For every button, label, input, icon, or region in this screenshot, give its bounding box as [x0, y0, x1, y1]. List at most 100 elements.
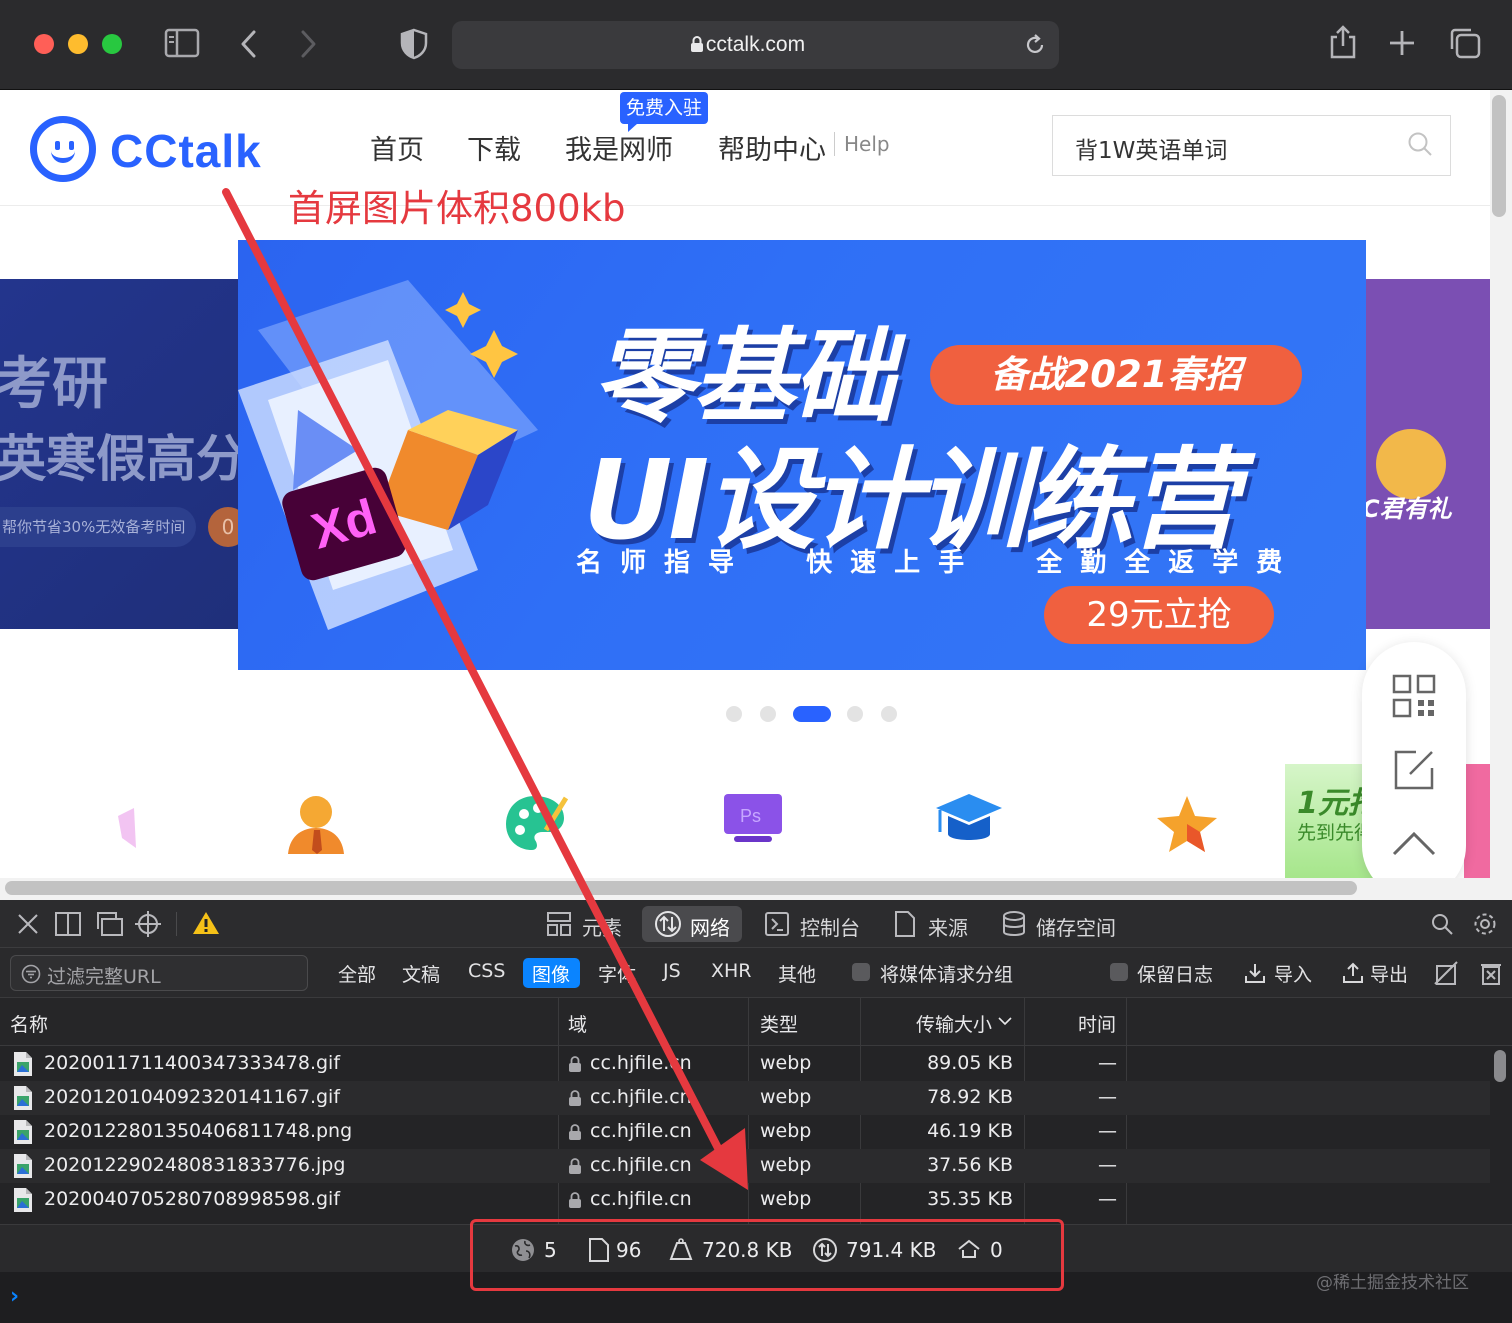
table-row[interactable]: 2020120104092320141167.gif cc.hjfile.cn we… [0, 1081, 1490, 1115]
cctalk-logo-icon[interactable] [30, 116, 96, 182]
filter-placeholder: 过滤完整URL [47, 966, 161, 988]
nav-home[interactable]: 首页 [370, 128, 424, 167]
table-row[interactable]: 2020011711400347333478.gif cc.hjfile.cn we… [0, 1047, 1490, 1081]
row-size: 37.56 KB [927, 1154, 1013, 1176]
network-tab-icon[interactable] [654, 910, 682, 938]
filter-type-js[interactable]: JS [663, 960, 681, 982]
row-name: 2020040705280708998598.gif [44, 1188, 341, 1210]
close-devtools-icon[interactable] [16, 912, 40, 936]
main-banner[interactable]: Xd 零基础 备战2021春招 UI设计训练营 名师指导 快速上手 全勤全返学费… [238, 240, 1366, 670]
table-row[interactable]: 2020040705280708998598.gif cc.hjfile.cn we… [0, 1183, 1490, 1217]
filter-type-all[interactable]: 全部 [338, 960, 376, 987]
column-domain[interactable]: 域 [568, 1010, 587, 1037]
minimize-window-button[interactable] [68, 34, 88, 54]
import-icon[interactable] [1244, 962, 1266, 984]
row-type: webp [760, 1154, 812, 1176]
share-icon[interactable] [1328, 24, 1358, 60]
export-icon[interactable] [1342, 962, 1364, 984]
carousel-dot-4[interactable] [847, 706, 863, 722]
devtools-search-icon[interactable] [1430, 912, 1454, 936]
import-button[interactable]: 导入 [1274, 960, 1312, 987]
back-icon[interactable] [238, 29, 262, 59]
gear-icon[interactable] [1472, 911, 1498, 937]
tab-storage[interactable]: 储存空间 [1036, 912, 1116, 941]
filter-type-css[interactable]: CSS [468, 960, 505, 982]
banner-spring-recruit-pill: 备战2021春招 [930, 345, 1302, 405]
console-tab-icon[interactable] [764, 911, 790, 937]
category-ps-icon[interactable]: Ps [722, 790, 784, 846]
element-picker-icon[interactable] [134, 910, 162, 938]
filter-type-document[interactable]: 文稿 [402, 960, 440, 987]
category-icon-1[interactable] [108, 790, 148, 854]
preserve-log-checkbox[interactable] [1110, 963, 1128, 981]
banner-subtitle: 名师指导 快速上手 全勤全返学费 [576, 548, 1301, 578]
filter-type-font[interactable]: 字体 [598, 960, 636, 987]
row-size: 78.92 KB [927, 1086, 1013, 1108]
table-row[interactable]: 2020122902480831833776.jpg cc.hjfile.cn we… [0, 1149, 1490, 1183]
dock-side-icon[interactable] [54, 911, 82, 937]
warning-icon[interactable] [192, 910, 220, 936]
privacy-shield-icon[interactable] [400, 28, 428, 60]
undock-icon[interactable] [94, 911, 124, 937]
page-vertical-scroll-thumb[interactable] [1492, 95, 1506, 217]
table-row[interactable]: 2020122801350406811748.png cc.hjfile.cn we… [0, 1115, 1490, 1149]
nav-teacher[interactable]: 我是网师 [565, 128, 673, 167]
row-size: 89.05 KB [927, 1052, 1013, 1074]
column-name[interactable]: 名称 [10, 1010, 48, 1037]
tab-network[interactable]: 网络 [690, 912, 730, 941]
filter-url-input[interactable]: 过滤完整URL [10, 955, 308, 991]
filter-type-other[interactable]: 其他 [778, 960, 816, 987]
category-person-icon[interactable] [284, 790, 348, 856]
reload-icon[interactable] [1023, 33, 1047, 57]
filter-type-image[interactable]: 图像 [532, 960, 570, 987]
elements-tab-icon[interactable] [546, 911, 572, 937]
banner-right-preview[interactable]: C君有礼 [1366, 279, 1490, 629]
feedback-edit-icon[interactable] [1392, 748, 1436, 792]
site-logo-text[interactable]: CCtalk [110, 124, 262, 178]
disable-cache-icon[interactable] [1434, 960, 1458, 986]
carousel-dot-3[interactable] [793, 706, 831, 722]
sort-chevron-down-icon[interactable] [998, 1016, 1012, 1026]
back-to-top-icon[interactable] [1390, 828, 1438, 858]
nav-help-label[interactable]: Help [834, 132, 890, 156]
storage-tab-icon[interactable] [1002, 910, 1026, 938]
clear-trash-icon[interactable] [1480, 960, 1502, 986]
tab-overview-icon[interactable] [1448, 27, 1482, 59]
filter-type-xhr[interactable]: XHR [711, 960, 752, 982]
site-search-input[interactable]: 背1W英语单词 [1052, 115, 1451, 176]
column-time[interactable]: 时间 [1078, 1010, 1116, 1037]
tab-console[interactable]: 控制台 [800, 912, 860, 941]
category-star-icon[interactable] [1155, 794, 1219, 854]
sidebar-toggle-icon[interactable] [164, 28, 200, 58]
close-window-button[interactable] [34, 34, 54, 54]
nav-download[interactable]: 下载 [467, 128, 521, 167]
qr-code-icon[interactable] [1392, 674, 1436, 718]
promo-second-card[interactable] [1464, 764, 1490, 878]
carousel-dot-2[interactable] [760, 706, 776, 722]
search-icon[interactable] [1406, 130, 1434, 158]
sources-tab-icon[interactable] [894, 910, 916, 938]
carousel-dot-5[interactable] [881, 706, 897, 722]
group-media-checkbox[interactable] [852, 963, 870, 981]
carousel-dot-1[interactable] [726, 706, 742, 722]
tab-elements[interactable]: 元素 [582, 912, 622, 941]
category-palette-icon[interactable] [502, 790, 568, 856]
row-time: — [1098, 1086, 1117, 1108]
tab-sources[interactable]: 来源 [928, 912, 968, 941]
row-name: 2020120104092320141167.gif [44, 1086, 341, 1108]
image-file-icon [14, 1120, 32, 1144]
row-size: 35.35 KB [927, 1188, 1013, 1210]
column-type[interactable]: 类型 [760, 1010, 798, 1037]
category-graduation-cap-icon[interactable] [934, 790, 1004, 846]
banner-left-preview[interactable]: 考研 英寒假高分 帮你节省30%无效备考时间 0 [0, 279, 240, 629]
devtools-scroll-thumb[interactable] [1494, 1050, 1506, 1082]
nav-help-center[interactable]: 帮助中心 [718, 128, 826, 167]
address-bar[interactable]: cctalk.com [452, 21, 1059, 69]
page-horizontal-scroll-thumb[interactable] [5, 881, 1357, 895]
export-button[interactable]: 导出 [1370, 960, 1408, 987]
zoom-window-button[interactable] [102, 34, 122, 54]
banner-cta-button[interactable]: 29元立抢 [1044, 586, 1274, 644]
new-tab-icon[interactable] [1388, 29, 1416, 57]
forward-icon[interactable] [296, 29, 320, 59]
column-transfer-size[interactable]: 传输大小 [916, 1010, 992, 1037]
